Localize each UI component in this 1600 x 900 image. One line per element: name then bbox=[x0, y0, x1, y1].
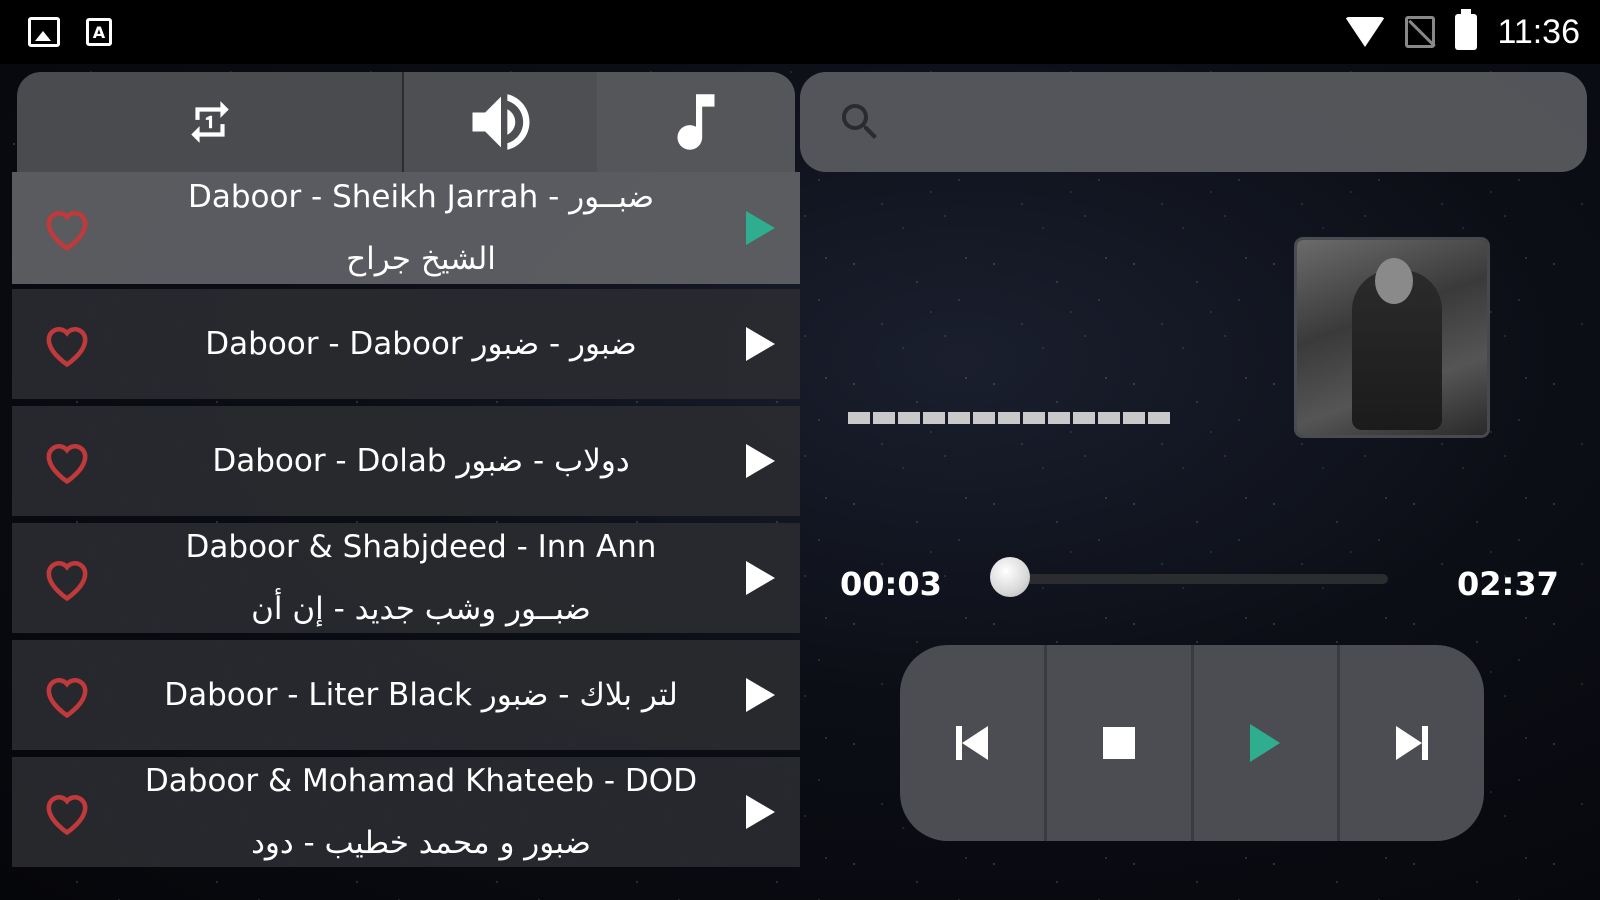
favorite-button[interactable] bbox=[12, 553, 122, 603]
status-clock: 11:36 bbox=[1497, 12, 1580, 51]
status-bar-right: 11:36 bbox=[1345, 9, 1600, 52]
heart-icon bbox=[46, 327, 88, 368]
tab-repeat[interactable] bbox=[17, 72, 404, 172]
status-bar: A 11:36 bbox=[0, 0, 1600, 64]
search-icon[interactable] bbox=[836, 98, 884, 146]
song-play-button[interactable] bbox=[720, 678, 800, 712]
play-icon bbox=[745, 561, 775, 595]
total-time: 02:37 bbox=[1457, 565, 1559, 603]
status-bar-left: A bbox=[0, 17, 112, 47]
play-icon bbox=[745, 444, 775, 478]
list-item[interactable]: Daboor - Liter Black لتر بلاك - ضبور bbox=[12, 640, 800, 750]
favorite-button[interactable] bbox=[12, 436, 122, 486]
play-icon bbox=[745, 327, 775, 361]
skip-previous-icon bbox=[955, 726, 988, 760]
song-title: Daboor & Mohamad Khateeb - DOD ضبور و مح… bbox=[144, 763, 698, 861]
song-play-button[interactable] bbox=[720, 561, 800, 595]
favorite-button[interactable] bbox=[12, 670, 122, 720]
gallery-icon bbox=[28, 17, 60, 47]
list-item[interactable]: Daboor & Shabjdeed - Inn Ann ضبــور وشب … bbox=[12, 523, 800, 633]
current-time: 00:03 bbox=[840, 565, 942, 603]
a-icon: A bbox=[86, 18, 112, 46]
list-item[interactable]: Daboor - Sheikh Jarrah - ضبــور الشيخ جر… bbox=[12, 172, 800, 284]
play-icon bbox=[1250, 724, 1281, 762]
seek-thumb[interactable] bbox=[989, 557, 1030, 597]
tab-bar bbox=[17, 72, 795, 172]
stop-icon bbox=[1102, 727, 1135, 759]
heart-icon bbox=[46, 444, 88, 485]
no-sim-icon bbox=[1405, 16, 1436, 48]
favorite-button[interactable] bbox=[12, 203, 122, 253]
album-art bbox=[1297, 240, 1487, 435]
album-art-head bbox=[1375, 258, 1413, 304]
play-button[interactable] bbox=[1194, 645, 1341, 841]
song-play-button[interactable] bbox=[720, 795, 800, 829]
player-controls bbox=[900, 645, 1484, 841]
favorite-button[interactable] bbox=[12, 787, 122, 837]
music-note-icon bbox=[677, 94, 715, 150]
repeat-one-icon bbox=[190, 101, 229, 143]
list-item[interactable]: Daboor - Daboor ضبور - ضبور bbox=[12, 289, 800, 399]
song-play-button[interactable] bbox=[720, 444, 800, 478]
tab-volume[interactable] bbox=[404, 72, 597, 172]
audio-visualizer bbox=[848, 412, 1170, 424]
song-title: Daboor - Daboor ضبور - ضبور bbox=[205, 326, 637, 362]
song-list: Daboor - Sheikh Jarrah - ضبــور الشيخ جر… bbox=[12, 172, 800, 874]
tab-music[interactable] bbox=[597, 72, 795, 172]
heart-icon bbox=[46, 561, 88, 602]
song-title: Daboor - Liter Black لتر بلاك - ضبور bbox=[164, 677, 678, 713]
stop-button[interactable] bbox=[1047, 645, 1194, 841]
volume-icon bbox=[472, 94, 529, 150]
song-title: Daboor & Shabjdeed - Inn Ann ضبــور وشب … bbox=[185, 529, 657, 627]
list-item[interactable]: Daboor & Mohamad Khateeb - DOD ضبور و مح… bbox=[12, 757, 800, 867]
heart-icon bbox=[46, 211, 88, 252]
seek-bar[interactable] bbox=[1002, 574, 1388, 584]
list-item[interactable]: Daboor - Dolab دولاب - ضبور bbox=[12, 406, 800, 516]
heart-icon bbox=[46, 795, 88, 836]
wifi-icon bbox=[1345, 17, 1386, 47]
song-play-button[interactable] bbox=[720, 327, 800, 361]
battery-charging-icon bbox=[1455, 9, 1478, 50]
play-icon bbox=[745, 211, 775, 245]
play-icon bbox=[745, 795, 775, 829]
search-bar[interactable] bbox=[800, 72, 1587, 172]
song-play-button[interactable] bbox=[720, 211, 800, 245]
song-title: Daboor - Dolab دولاب - ضبور bbox=[212, 443, 630, 479]
favorite-button[interactable] bbox=[12, 319, 122, 369]
heart-icon bbox=[46, 678, 88, 719]
previous-button[interactable] bbox=[900, 645, 1047, 841]
play-icon bbox=[745, 678, 775, 712]
skip-next-icon bbox=[1396, 726, 1429, 760]
song-title: Daboor - Sheikh Jarrah - ضبــور الشيخ جر… bbox=[187, 179, 655, 277]
next-button[interactable] bbox=[1340, 645, 1484, 841]
